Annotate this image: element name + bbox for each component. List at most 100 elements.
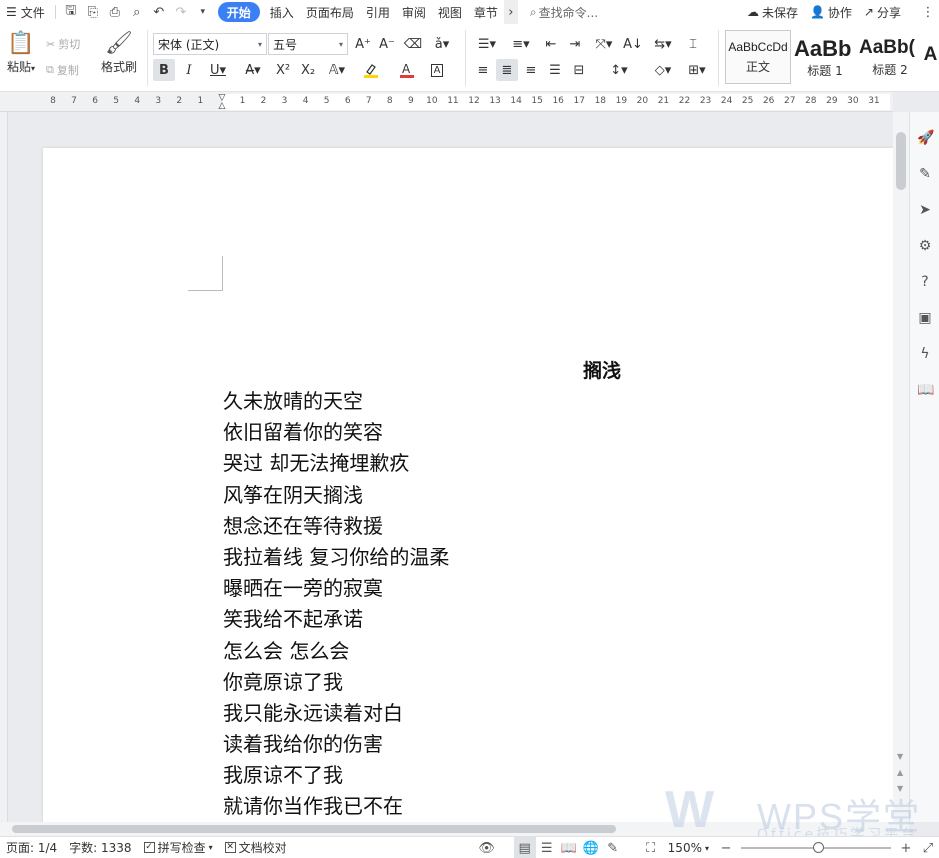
style-heading-2[interactable]: AaBb( 标题 2: [858, 30, 922, 84]
document-title[interactable]: 搁浅: [583, 356, 713, 383]
tab-references[interactable]: 引用: [360, 0, 396, 24]
document-page[interactable]: 搁浅 久未放晴的天空 依旧留着你的笑容 哭过 却无法掩埋歉疚 风筝在阴天搁浅 想念还在等…: [43, 148, 893, 822]
vertical-ruler[interactable]: [0, 112, 8, 822]
spell-check-button[interactable]: ✓ 拼写检查 ▾: [138, 837, 219, 858]
cut-button[interactable]: ✂ 剪切: [46, 34, 80, 54]
style-heading-1[interactable]: AaBb 标题 1: [793, 30, 857, 84]
clear-format-icon[interactable]: ⌫: [402, 33, 424, 55]
poem-line[interactable]: 读着我给你的伤害: [223, 729, 449, 760]
fit-page-icon[interactable]: ⛶: [640, 837, 662, 858]
doc-proof-button[interactable]: ✕ 文档校对: [219, 837, 293, 858]
undo-icon[interactable]: ↶: [148, 0, 170, 24]
shading-icon[interactable]: ◇▾: [648, 59, 678, 81]
poem-line[interactable]: 久未放晴的天空: [223, 386, 449, 417]
sort-icon[interactable]: A↓: [622, 33, 644, 55]
zoom-slider-knob[interactable]: [813, 842, 824, 853]
scroll-down-icon[interactable]: ▼: [897, 752, 903, 761]
strikethrough-icon[interactable]: A̶▾: [238, 59, 268, 81]
share-button[interactable]: ↗ 分享: [858, 0, 907, 24]
print-icon[interactable]: ⎙: [104, 0, 126, 24]
copy-button[interactable]: ⧉ 复制: [46, 60, 79, 80]
scrollbar-thumb[interactable]: [896, 132, 906, 190]
export-icon[interactable]: ⎘: [82, 0, 104, 24]
show-hide-marks-icon[interactable]: ⇆▾: [648, 33, 678, 55]
tab-home[interactable]: 开始: [217, 2, 260, 22]
highlight-icon[interactable]: [356, 59, 386, 81]
sliders-icon[interactable]: ⚙: [917, 238, 933, 254]
redo-icon[interactable]: ↷: [170, 0, 192, 24]
shrink-font-icon[interactable]: A⁻: [376, 33, 398, 55]
tab-review[interactable]: 审阅: [396, 0, 432, 24]
increase-indent-icon[interactable]: ⇥: [564, 33, 586, 55]
eye-protection-icon[interactable]: 👁: [476, 837, 498, 858]
print-preview-icon[interactable]: ⌕: [126, 0, 148, 24]
scroll-down-icon[interactable]: ▼: [897, 784, 903, 793]
horizontal-ruler[interactable]: 8 7 6 5 4 3 2 1 1 2 3 4 5 6 7 8 9 10 11 12 13 14 15 16 17 18 19 20 2…: [0, 92, 893, 112]
scrollbar-thumb[interactable]: [12, 825, 616, 833]
vertical-scrollbar[interactable]: ▼ ▲ ▼: [893, 112, 909, 822]
tab-view[interactable]: 视图: [432, 0, 468, 24]
poem-line[interactable]: 我原谅不了我: [223, 760, 449, 791]
word-count[interactable]: 字数: 1338: [63, 837, 137, 858]
bold-icon[interactable]: B: [153, 59, 175, 81]
justify-icon[interactable]: ☰: [544, 59, 566, 81]
poem-line[interactable]: 怎么会 怎么会: [223, 636, 449, 667]
font-name-select[interactable]: 宋体 (正文) ▾: [153, 33, 267, 55]
more-options-icon[interactable]: ⋮: [917, 0, 939, 24]
zoom-slider[interactable]: [741, 842, 891, 853]
more-tabs-icon[interactable]: ›: [503, 0, 518, 24]
poem-line[interactable]: 想念还在等待救援: [223, 511, 449, 542]
command-search[interactable]: ⌕ 查找命令...: [524, 0, 604, 24]
phonetic-guide-icon[interactable]: ǎ▾: [428, 33, 456, 55]
unsaved-status[interactable]: ☁ 未保存: [741, 0, 804, 24]
zoom-out-icon[interactable]: −: [715, 837, 737, 858]
poem-line[interactable]: 就请你当作我已不在: [223, 791, 449, 822]
bullet-list-icon[interactable]: ☰▾: [472, 33, 502, 55]
fullscreen-icon[interactable]: ⤢: [917, 837, 939, 858]
tab-section[interactable]: 章节: [468, 0, 504, 24]
grow-font-icon[interactable]: A⁺: [352, 33, 374, 55]
indent-marker-icon[interactable]: ▽ △: [217, 94, 227, 111]
poem-line[interactable]: 我只能永远读着对白: [223, 698, 449, 729]
page-indicator[interactable]: 页面: 1/4: [0, 837, 63, 858]
subscript-icon[interactable]: X₂: [297, 59, 319, 81]
poem-line[interactable]: 我拉着线 复习你给的温柔: [223, 542, 449, 573]
lightning-icon[interactable]: ϟ: [917, 346, 933, 362]
tab-stops-icon[interactable]: ⌶: [682, 33, 704, 55]
superscript-icon[interactable]: X²: [272, 59, 294, 81]
text-effect-icon[interactable]: 𝔸▾: [322, 59, 352, 81]
rocket-icon[interactable]: 🚀: [917, 130, 934, 146]
reading-view-icon[interactable]: 📖: [558, 837, 580, 858]
book-icon[interactable]: 📖: [917, 382, 934, 398]
decrease-indent-icon[interactable]: ⇤: [540, 33, 562, 55]
numbered-list-icon[interactable]: ≡▾: [506, 33, 536, 55]
outline-view-icon[interactable]: ☰: [536, 837, 558, 858]
quick-access-dropdown-icon[interactable]: ▾: [192, 0, 214, 24]
align-left-icon[interactable]: ≡: [472, 59, 494, 81]
edit-view-icon[interactable]: ✎: [602, 837, 624, 858]
italic-icon[interactable]: I: [178, 59, 200, 81]
cursor-icon[interactable]: ➤: [917, 202, 933, 218]
help-icon[interactable]: ?: [917, 274, 933, 290]
chinese-layout-icon[interactable]: ⤧▾: [590, 33, 618, 55]
collaborate-button[interactable]: 👤 协作: [804, 0, 858, 24]
image-tools-icon[interactable]: ▣: [917, 310, 933, 326]
page-view-icon[interactable]: ▤: [513, 837, 536, 858]
poem-line[interactable]: 依旧留着你的笑容: [223, 417, 449, 448]
paste-button[interactable]: 📋 粘贴▾: [4, 30, 38, 75]
tab-page-layout[interactable]: 页面布局: [300, 0, 360, 24]
save-icon[interactable]: 🖫: [60, 0, 82, 24]
distributed-icon[interactable]: ⊟: [568, 59, 590, 81]
poem-line[interactable]: 你竟原谅了我: [223, 667, 449, 698]
web-view-icon[interactable]: 🌐: [580, 837, 602, 858]
tab-insert[interactable]: 插入: [264, 0, 300, 24]
style-normal[interactable]: AaBbCcDd 正文: [725, 30, 791, 84]
style-heading-3[interactable]: A: [922, 30, 939, 84]
file-menu[interactable]: ☰ 文件: [0, 0, 51, 24]
poem-line[interactable]: 哭过 却无法掩埋歉疚: [223, 448, 449, 479]
scroll-up-icon[interactable]: ▲: [897, 768, 903, 777]
zoom-in-icon[interactable]: +: [895, 837, 917, 858]
line-spacing-icon[interactable]: ↕▾: [604, 59, 634, 81]
zoom-level[interactable]: 150% ▾: [662, 837, 715, 858]
borders-icon[interactable]: ⊞▾: [682, 59, 712, 81]
